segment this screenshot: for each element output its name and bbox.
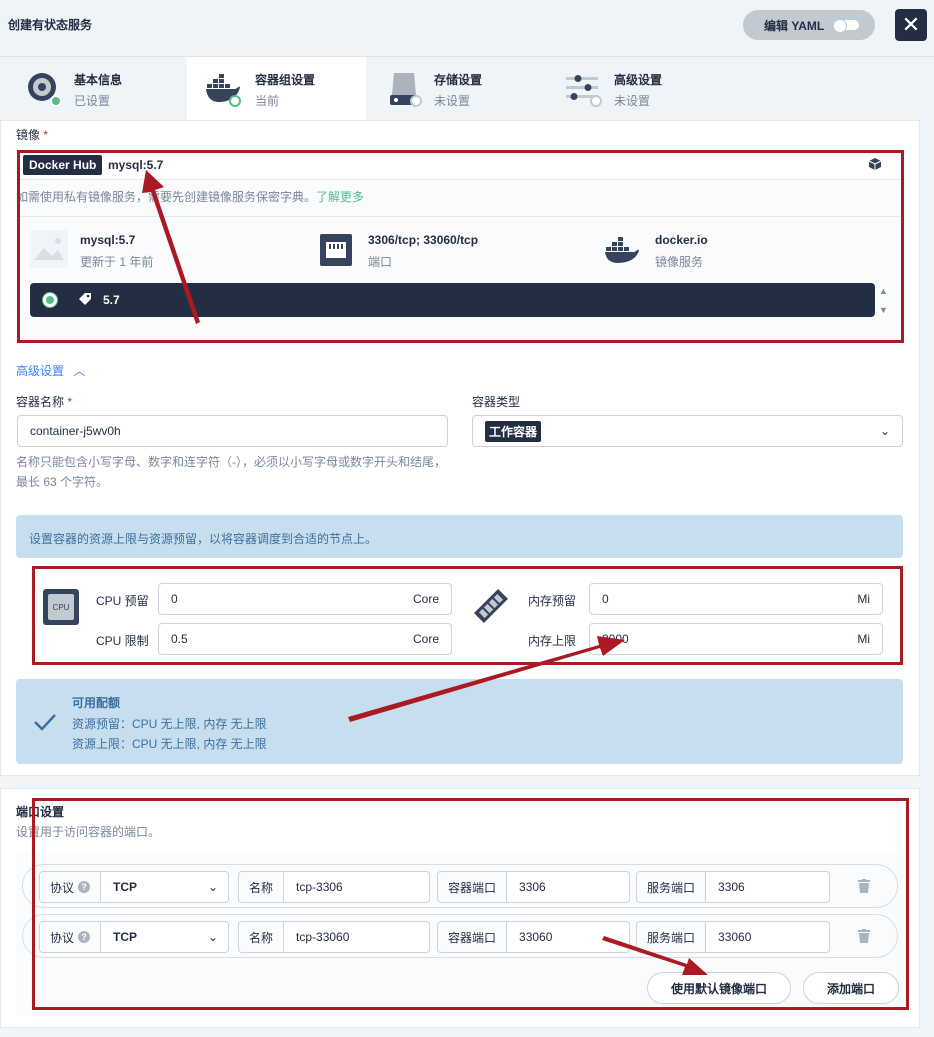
container-type-label: 容器类型	[472, 395, 521, 409]
image-label-text: 镜像	[16, 128, 41, 142]
tab-status: 当前	[255, 94, 280, 108]
advanced-settings-label: 高级设置	[16, 364, 65, 378]
required-mark: *	[67, 395, 73, 409]
container-name-hint: 名称只能包含小写字母、数字和连字符（-），必须以小写字母或数字开头和结尾，最长 …	[16, 455, 446, 489]
check-icon	[34, 714, 56, 731]
tab-status: 未设置	[614, 94, 651, 108]
container-name-value: container-j5wv0h	[30, 424, 121, 438]
annotation-box	[17, 150, 904, 343]
toggle-switch[interactable]	[833, 19, 859, 33]
container-type-select[interactable]: 工作容器 ⌄	[472, 415, 903, 447]
status-dot-done	[50, 95, 62, 107]
tab-name: 高级设置	[614, 73, 663, 87]
status-dot-pending	[590, 95, 602, 107]
close-button[interactable]: ✕	[895, 9, 927, 41]
edit-yaml-label: 编辑 YAML	[764, 18, 825, 33]
required-mark: *	[43, 128, 49, 142]
tab-storage-settings[interactable]: 存储设置 未设置	[366, 57, 546, 121]
container-name-label: 容器名称 *	[16, 393, 72, 410]
annotation-box	[32, 566, 903, 665]
quota-limit: 资源上限：CPU 无上限, 内存 无上限	[72, 737, 267, 751]
quota-reserve: 资源预留：CPU 无上限, 内存 无上限	[72, 717, 267, 731]
image-label: 镜像 *	[16, 126, 48, 143]
tab-name: 容器组设置	[255, 73, 316, 87]
chevron-up-icon: ︿	[73, 364, 86, 378]
quota-title: 可用配额	[72, 696, 121, 710]
tab-status: 未设置	[434, 94, 471, 108]
tab-status: 已设置	[74, 94, 111, 108]
container-type-value: 工作容器	[485, 420, 542, 442]
close-icon: ✕	[901, 12, 921, 37]
tab-container-settings[interactable]: 容器组设置 当前	[187, 57, 366, 121]
tab-name: 存储设置	[434, 73, 483, 87]
annotation-box	[32, 798, 909, 1010]
tab-name: 基本信息	[74, 73, 123, 87]
modal-title: 创建有状态服务	[8, 18, 93, 32]
step-tabs: 基本信息 已设置 容器组设置 当前 存储设置 未设置 高级设置 未设置	[0, 56, 934, 121]
edit-yaml-toggle[interactable]: 编辑 YAML	[743, 10, 875, 40]
advanced-settings-toggle[interactable]: 高级设置 ︿	[16, 362, 85, 379]
status-dot-current	[229, 95, 241, 107]
container-name-label-text: 容器名称	[16, 395, 65, 409]
tab-basic-info[interactable]: 基本信息 已设置	[0, 57, 187, 121]
status-dot-pending	[410, 95, 422, 107]
chevron-down-icon: ⌄	[879, 424, 890, 438]
container-name-input[interactable]: container-j5wv0h	[17, 415, 448, 447]
resource-info-text: 设置容器的资源上限与资源预留，以将容器调度到合适的节点上。	[29, 532, 378, 546]
tab-advanced-settings[interactable]: 高级设置 未设置	[546, 57, 726, 121]
